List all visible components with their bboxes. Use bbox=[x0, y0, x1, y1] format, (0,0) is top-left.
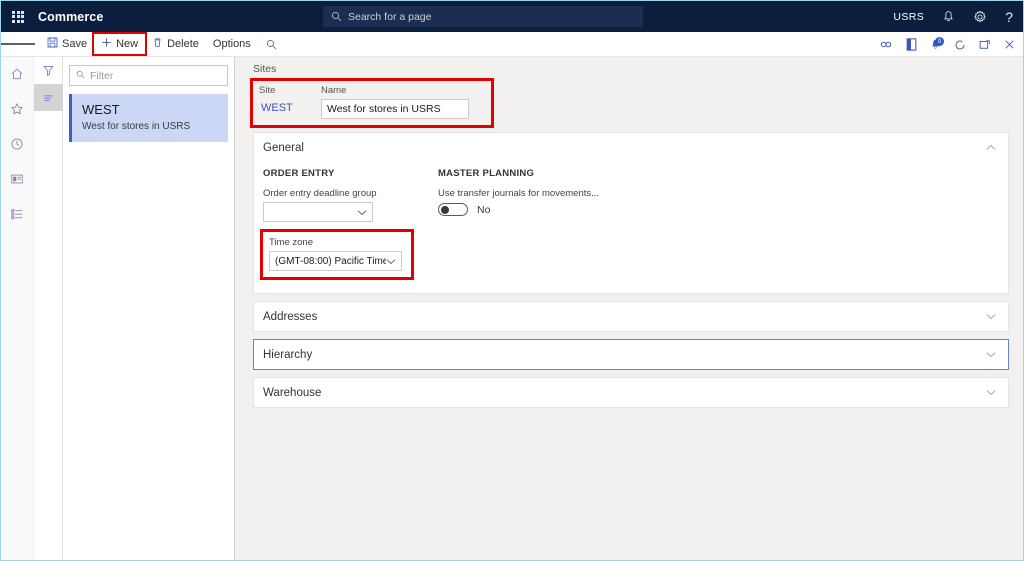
master-planning-group-title: MASTER PLANNING bbox=[438, 168, 535, 179]
chevron-down-icon bbox=[986, 388, 996, 398]
favorites-star-icon[interactable] bbox=[6, 98, 28, 120]
transfer-journals-toggle[interactable] bbox=[438, 203, 468, 216]
close-icon[interactable] bbox=[1004, 39, 1015, 50]
section-warehouse-title: Warehouse bbox=[263, 386, 322, 399]
sites-list-pane: Filter WEST West for stores in USRS bbox=[63, 57, 235, 560]
notification-badge-count: 0 bbox=[935, 37, 944, 46]
save-button-label: Save bbox=[62, 38, 88, 50]
header-right-group: USRS ? bbox=[893, 1, 1013, 32]
site-field-value-link[interactable]: WEST bbox=[259, 99, 321, 117]
section-general-body: ORDER ENTRY Order entry deadline group T… bbox=[254, 162, 1008, 293]
question-mark-icon[interactable]: ? bbox=[1005, 10, 1013, 24]
command-bar-right-group: 0 bbox=[880, 32, 1015, 57]
filter-input-placeholder: Filter bbox=[90, 69, 114, 82]
app-window: Commerce Search for a page USRS ? Save N… bbox=[0, 0, 1024, 561]
user-initials[interactable]: USRS bbox=[893, 11, 924, 23]
filter-input[interactable]: Filter bbox=[69, 65, 228, 86]
attachments-link-icon[interactable] bbox=[880, 39, 893, 50]
name-field-group: Name bbox=[321, 85, 469, 119]
refresh-circle-icon[interactable] bbox=[954, 39, 966, 51]
app-launcher-grid-icon[interactable] bbox=[1, 1, 35, 32]
chevron-down-icon bbox=[986, 312, 996, 322]
time-zone-label: Time zone bbox=[269, 237, 313, 248]
options-button[interactable]: Options bbox=[206, 34, 258, 54]
section-hierarchy-header[interactable]: Hierarchy bbox=[254, 340, 1008, 369]
command-bar: Save New Delete Options 0 bbox=[1, 32, 1023, 57]
home-icon[interactable] bbox=[6, 63, 28, 85]
open-in-new-window-icon[interactable] bbox=[979, 39, 991, 50]
section-hierarchy-title: Hierarchy bbox=[263, 348, 313, 361]
workspaces-icon[interactable] bbox=[6, 168, 28, 190]
section-general-header[interactable]: General bbox=[254, 133, 1008, 162]
time-zone-value: (GMT-08:00) Pacific Time (US ... bbox=[275, 255, 386, 267]
list-toolbar-rail bbox=[34, 57, 63, 560]
top-header-bar: Commerce Search for a page USRS ? bbox=[1, 1, 1023, 32]
section-addresses-title: Addresses bbox=[263, 310, 318, 323]
list-view-icon[interactable] bbox=[34, 84, 63, 111]
chevron-down-icon bbox=[986, 350, 996, 360]
bell-icon[interactable] bbox=[942, 10, 955, 23]
recent-clock-icon[interactable] bbox=[6, 133, 28, 155]
app-title: Commerce bbox=[38, 9, 104, 24]
trash-can-icon bbox=[152, 37, 163, 51]
name-input[interactable] bbox=[321, 99, 469, 119]
filter-funnel-icon[interactable] bbox=[34, 57, 63, 84]
list-item-title: WEST bbox=[82, 102, 120, 117]
global-search-input[interactable]: Search for a page bbox=[323, 6, 643, 27]
save-disk-icon bbox=[47, 37, 58, 51]
transfer-journals-row: No bbox=[438, 203, 758, 216]
office-document-icon[interactable] bbox=[906, 38, 917, 51]
chevron-down-icon bbox=[357, 203, 367, 221]
options-button-label: Options bbox=[212, 38, 251, 50]
section-addresses: Addresses bbox=[253, 301, 1009, 332]
search-icon bbox=[76, 70, 85, 82]
site-field-label: Site bbox=[259, 85, 276, 96]
order-entry-group-title: ORDER ENTRY bbox=[263, 168, 335, 179]
page-search-icon[interactable] bbox=[258, 39, 285, 50]
chevron-down-icon bbox=[386, 252, 396, 270]
transfer-journals-state: No bbox=[477, 203, 491, 216]
page-title: Sites bbox=[253, 63, 277, 75]
deadline-group-dropdown[interactable] bbox=[263, 202, 373, 222]
toggle-knob bbox=[441, 205, 449, 214]
navigation-rail bbox=[1, 57, 34, 560]
section-warehouse-header[interactable]: Warehouse bbox=[254, 378, 1008, 407]
plus-icon bbox=[101, 37, 112, 51]
order-entry-column: ORDER ENTRY Order entry deadline group T… bbox=[260, 168, 438, 280]
list-item[interactable]: WEST West for stores in USRS bbox=[69, 94, 228, 142]
section-addresses-header[interactable]: Addresses bbox=[254, 302, 1008, 331]
section-general: General ORDER ENTRY Order entry deadline… bbox=[253, 132, 1009, 294]
delete-button[interactable]: Delete bbox=[145, 34, 206, 54]
deadline-group-label: Order entry deadline group bbox=[263, 188, 377, 199]
save-button[interactable]: Save bbox=[40, 34, 94, 54]
transfer-journals-label: Use transfer journals for movements... bbox=[438, 188, 600, 199]
modules-list-icon[interactable] bbox=[6, 203, 28, 225]
section-warehouse: Warehouse bbox=[253, 377, 1009, 408]
list-item-subtitle: West for stores in USRS bbox=[82, 121, 191, 132]
content-area: Sites Site WEST Name General ORDER ENTR bbox=[235, 57, 1023, 560]
time-zone-field-group: Time zone (GMT-08:00) Pacific Time (US .… bbox=[260, 229, 414, 280]
delete-button-label: Delete bbox=[167, 38, 199, 50]
command-button-group: Save New Delete Options bbox=[35, 32, 285, 56]
search-icon bbox=[331, 11, 342, 22]
site-field-group: Site WEST bbox=[259, 85, 321, 119]
section-hierarchy: Hierarchy bbox=[253, 339, 1009, 370]
name-field-label: Name bbox=[321, 85, 347, 96]
new-button[interactable]: New bbox=[92, 32, 148, 56]
messages-bell-icon[interactable]: 0 bbox=[930, 37, 944, 51]
new-button-label: New bbox=[116, 38, 139, 50]
section-general-title: General bbox=[263, 141, 304, 154]
hamburger-menu-icon[interactable] bbox=[1, 32, 35, 57]
chevron-up-icon bbox=[986, 143, 996, 153]
time-zone-dropdown[interactable]: (GMT-08:00) Pacific Time (US ... bbox=[269, 251, 402, 271]
master-planning-column: MASTER PLANNING Use transfer journals fo… bbox=[438, 168, 758, 277]
gear-icon[interactable] bbox=[973, 10, 987, 24]
sites-header-fields: Site WEST Name bbox=[250, 78, 494, 128]
global-search-placeholder: Search for a page bbox=[348, 10, 432, 23]
